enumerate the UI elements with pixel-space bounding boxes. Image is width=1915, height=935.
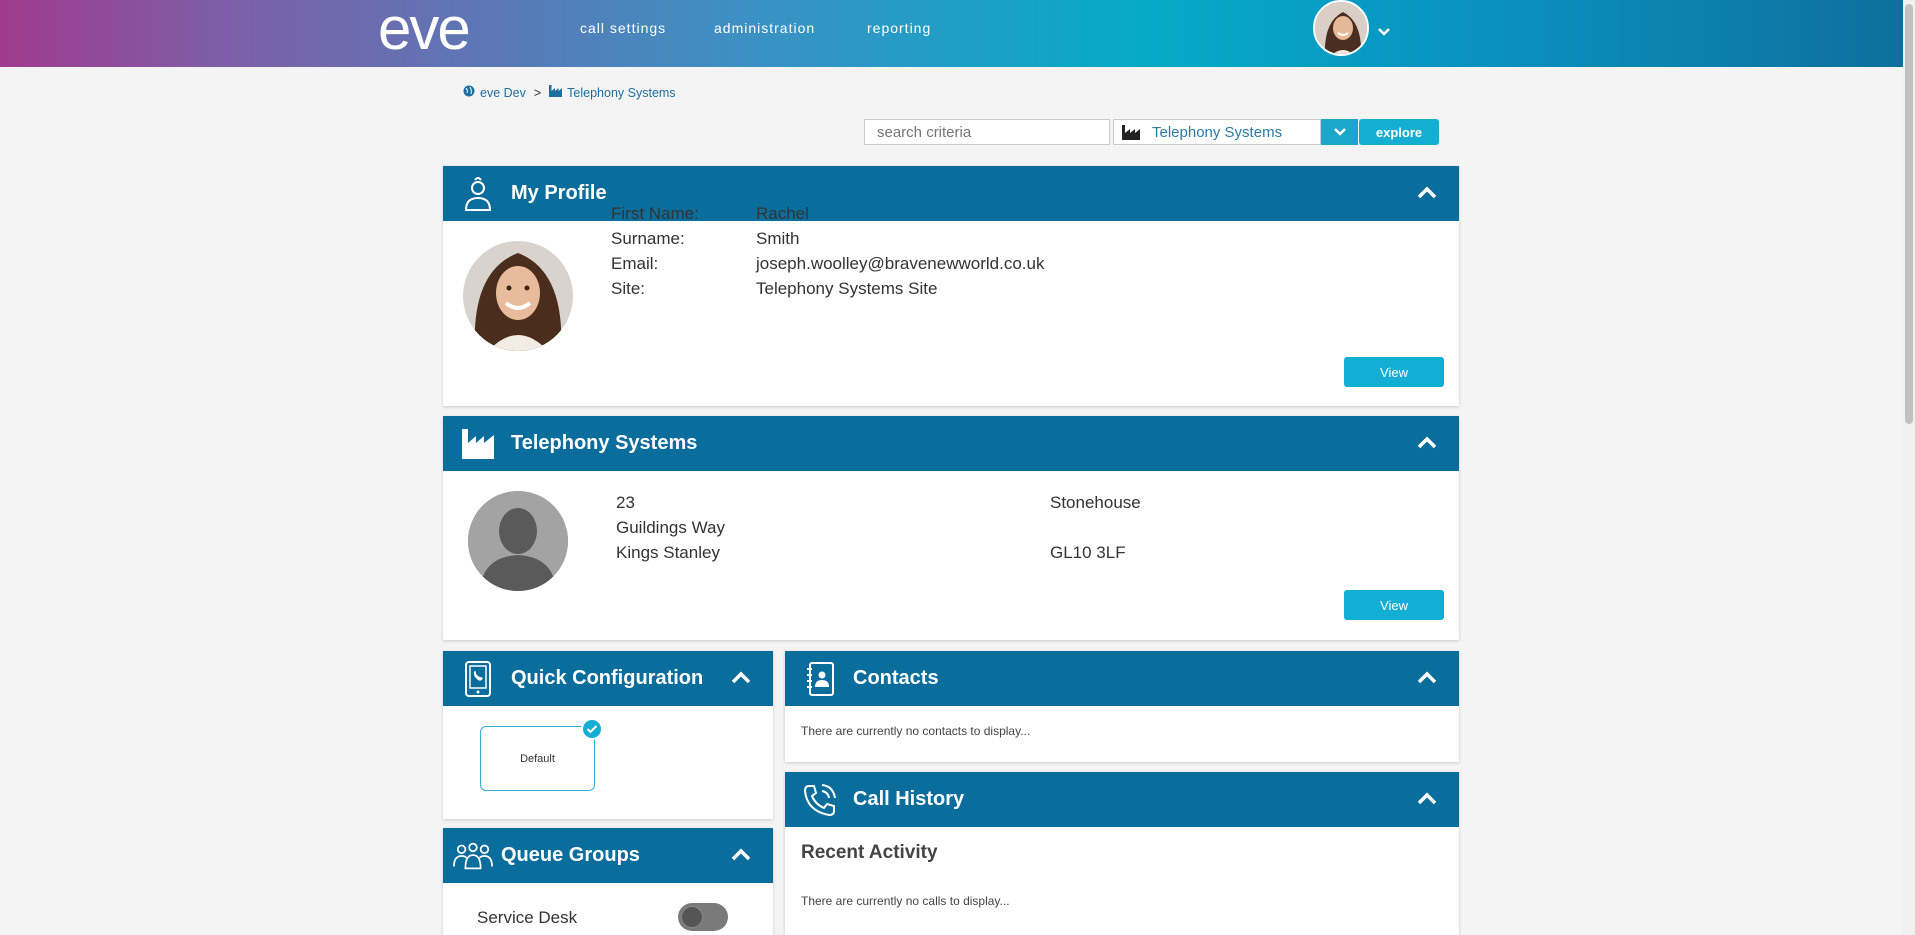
address-book-icon xyxy=(795,661,845,696)
page-scrollbar[interactable] xyxy=(1903,0,1915,935)
site-address-right: Stonehouse GL10 3LF xyxy=(1050,490,1141,565)
globe-icon xyxy=(463,85,475,100)
quick-configuration-body: Default xyxy=(443,706,773,819)
call-history-empty-message: There are currently no calls to display.… xyxy=(801,894,1010,908)
config-card-default[interactable]: Default xyxy=(480,726,595,791)
site-placeholder-avatar xyxy=(468,491,568,591)
collapse-caret-icon[interactable] xyxy=(731,847,751,866)
queue-groups-header[interactable]: Queue Groups xyxy=(443,828,773,883)
contacts-empty-message: There are currently no contacts to displ… xyxy=(801,724,1031,738)
quick-configuration-header[interactable]: Quick Configuration xyxy=(443,651,773,706)
site-panel-header[interactable]: Telephony Systems xyxy=(443,416,1459,471)
surname-value: Smith xyxy=(756,229,800,248)
chevron-down-icon xyxy=(1333,128,1346,136)
scope-select-value: Telephony Systems xyxy=(1152,123,1283,141)
site-panel: Telephony Systems 23 Guildings Way Kings… xyxy=(443,416,1459,640)
collapse-caret-icon[interactable] xyxy=(1417,670,1437,689)
site-value: Telephony Systems Site xyxy=(756,279,938,298)
breadcrumb: eve Dev > Telephony Systems xyxy=(463,85,676,100)
user-profile-icon xyxy=(453,176,503,212)
phone-ringing-icon xyxy=(795,783,845,817)
address-line xyxy=(1050,515,1141,540)
breadcrumb-separator: > xyxy=(533,85,542,100)
scope-select[interactable]: Telephony Systems xyxy=(1113,119,1321,145)
profile-view-button[interactable]: View xyxy=(1344,357,1444,387)
check-icon xyxy=(581,718,603,740)
address-postcode: GL10 3LF xyxy=(1050,543,1126,562)
site-address-left: 23 Guildings Way Kings Stanley xyxy=(616,490,725,565)
first-name-label: First Name: xyxy=(611,204,699,223)
address-line: Guildings Way xyxy=(616,518,725,537)
user-avatar[interactable] xyxy=(1313,0,1369,56)
quick-configuration-panel: Quick Configuration Default xyxy=(443,651,773,819)
nav-administration[interactable]: administration xyxy=(714,20,815,36)
call-history-panel: Call History Recent Activity There are c… xyxy=(785,772,1459,935)
contacts-title: Contacts xyxy=(853,667,939,689)
user-menu-chevron-icon[interactable] xyxy=(1377,24,1391,42)
first-name-value: Rachel xyxy=(756,204,809,223)
email-value: joseph.woolley@bravenewworld.co.uk xyxy=(756,254,1045,273)
address-town: Stonehouse xyxy=(1050,493,1141,512)
profile-photo xyxy=(463,241,573,351)
recent-activity-heading: Recent Activity xyxy=(801,842,938,863)
scope-dropdown-button[interactable] xyxy=(1321,119,1358,145)
scrollbar-thumb[interactable] xyxy=(1905,4,1913,424)
queue-group-item: Service Desk xyxy=(443,883,773,935)
collapse-caret-icon[interactable] xyxy=(1417,185,1437,204)
factory-icon xyxy=(1122,124,1140,140)
email-label: Email: xyxy=(611,254,659,273)
quick-configuration-title: Quick Configuration xyxy=(511,667,704,689)
contacts-header[interactable]: Contacts xyxy=(785,651,1459,706)
site-view-button[interactable]: View xyxy=(1344,590,1444,620)
breadcrumb-item-current[interactable]: Telephony Systems xyxy=(567,86,675,100)
top-navigation-bar: eve call settings administration reporti… xyxy=(0,0,1903,67)
queue-groups-panel: Queue Groups Service Desk xyxy=(443,828,773,935)
address-line: 23 xyxy=(616,493,635,512)
toggle-knob xyxy=(681,906,703,928)
my-profile-title: My Profile xyxy=(511,182,607,204)
site-panel-title: Telephony Systems xyxy=(511,432,698,454)
explore-button[interactable]: explore xyxy=(1359,119,1439,145)
factory-icon xyxy=(549,85,563,100)
profile-labels: First Name: Surname: Email: Site: xyxy=(611,201,699,301)
nav-call-settings[interactable]: call settings xyxy=(580,20,666,36)
nav-reporting[interactable]: reporting xyxy=(867,20,931,36)
profile-values: Rachel Smith joseph.woolley@bravenewworl… xyxy=(756,201,1044,301)
queue-groups-title: Queue Groups xyxy=(501,844,640,866)
breadcrumb-item-root[interactable]: eve Dev xyxy=(480,86,526,100)
surname-label: Surname: xyxy=(611,229,685,248)
group-icon xyxy=(453,841,493,871)
call-history-header[interactable]: Call History xyxy=(785,772,1459,827)
address-line: Kings Stanley xyxy=(616,543,720,562)
contacts-panel: Contacts There are currently no contacts… xyxy=(785,651,1459,762)
queue-group-name: Service Desk xyxy=(477,908,578,927)
eve-logo[interactable]: eve xyxy=(378,0,471,63)
call-history-title: Call History xyxy=(853,788,965,810)
collapse-caret-icon[interactable] xyxy=(1417,435,1437,454)
collapse-caret-icon[interactable] xyxy=(1417,791,1437,810)
my-profile-panel: My Profile First Name: Surname: Email: S… xyxy=(443,166,1459,406)
search-input[interactable] xyxy=(864,119,1110,145)
phone-config-icon xyxy=(453,660,503,697)
collapse-caret-icon[interactable] xyxy=(731,670,751,689)
factory-icon xyxy=(453,428,503,459)
site-label: Site: xyxy=(611,279,646,298)
queue-group-toggle[interactable] xyxy=(678,903,728,931)
